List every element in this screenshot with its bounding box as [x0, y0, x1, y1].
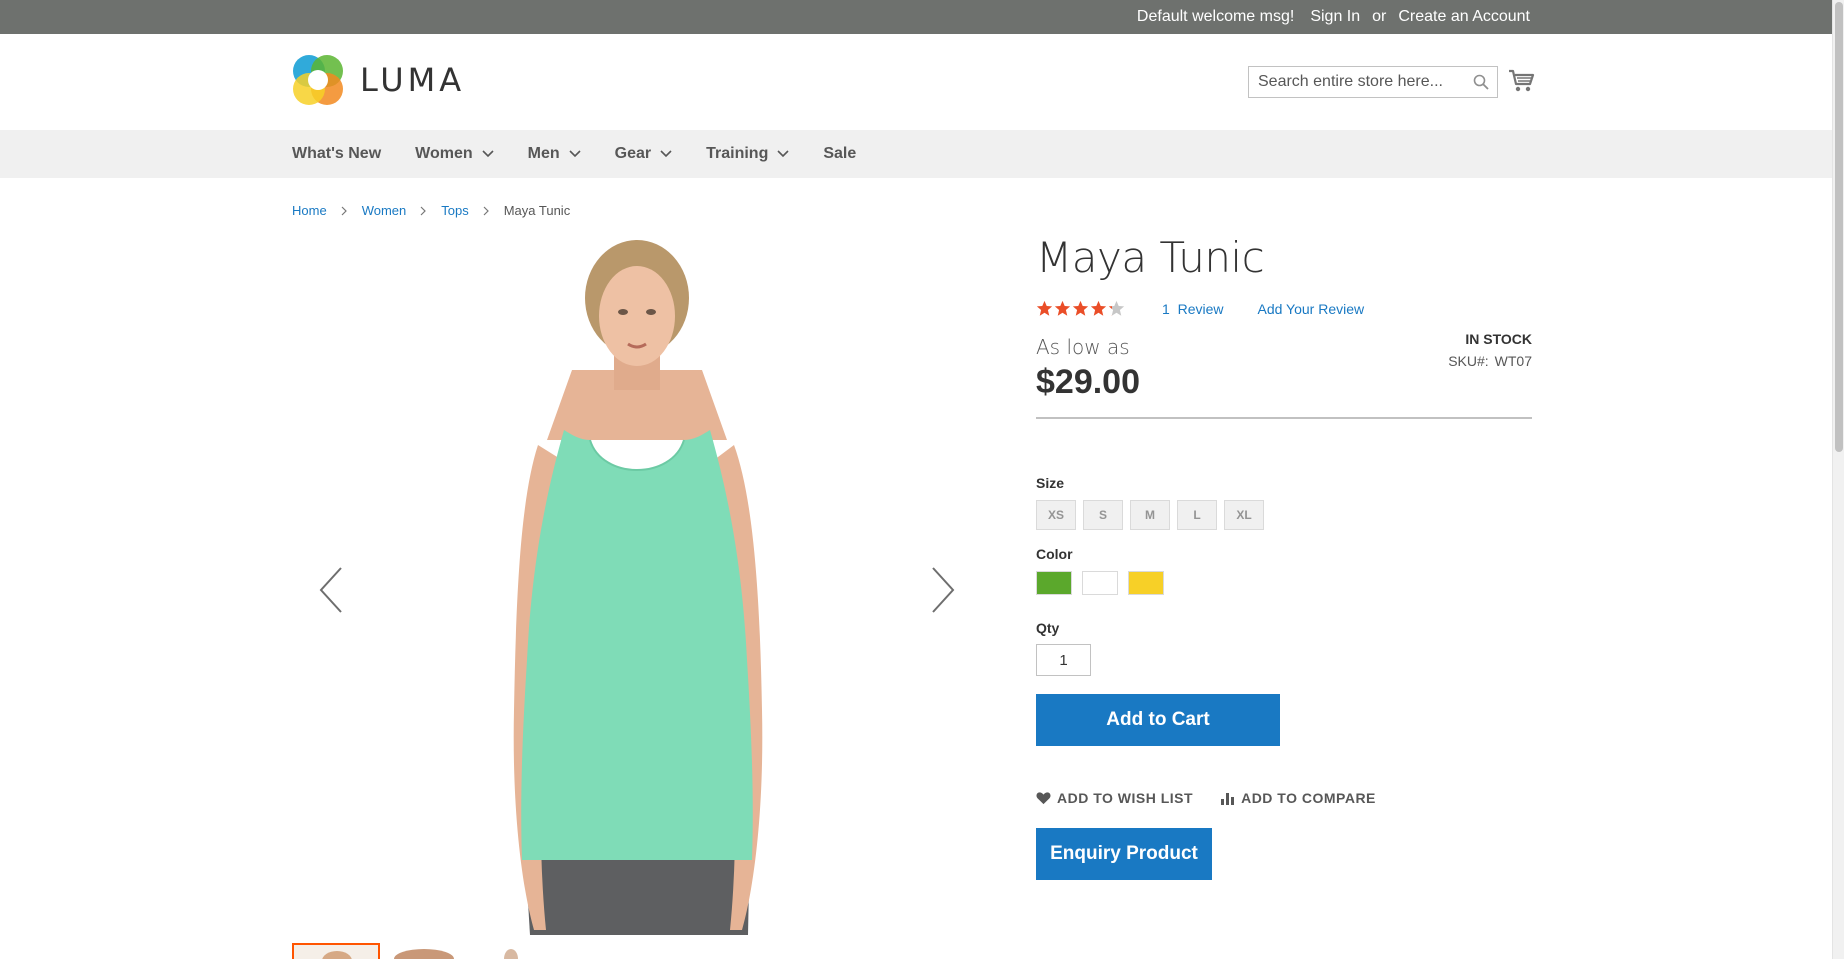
nav-item-gear[interactable]: Gear	[615, 145, 672, 163]
breadcrumb: Home Women Tops Maya Tunic	[292, 203, 570, 218]
divider	[1036, 417, 1532, 419]
size-option-s[interactable]: S	[1083, 500, 1123, 530]
chevron-right-icon[interactable]	[928, 565, 958, 615]
add-to-cart-button[interactable]: Add to Cart	[1036, 694, 1280, 746]
product-image[interactable]	[502, 240, 772, 935]
product-title: Maya Tunic	[1036, 233, 1265, 282]
gallery-thumbnails	[292, 943, 572, 959]
sku-value: WT07	[1494, 353, 1532, 369]
thumbnail[interactable]	[292, 943, 380, 959]
nav-item-sale[interactable]: Sale	[823, 145, 856, 163]
color-options	[1036, 571, 1532, 595]
star-icon	[1054, 300, 1071, 316]
search-input[interactable]	[1249, 67, 1459, 97]
rating-stars	[1036, 300, 1126, 317]
wishlist-label: ADD TO WISH LIST	[1057, 790, 1194, 806]
enquiry-product-button[interactable]: Enquiry Product	[1036, 828, 1212, 880]
breadcrumb-tops[interactable]: Tops	[441, 203, 468, 218]
thumbnail[interactable]	[484, 943, 572, 959]
breadcrumb-home[interactable]: Home	[292, 203, 327, 218]
product-gallery	[292, 240, 982, 935]
price-box: As low as $29.00 In stock SKU#: WT07	[1036, 331, 1532, 401]
add-review-link[interactable]: Add Your Review	[1257, 301, 1364, 317]
page-scrollbar[interactable]	[1832, 0, 1844, 959]
size-options: XS S M L XL	[1036, 500, 1532, 530]
breadcrumb-women[interactable]: Women	[362, 203, 407, 218]
reviews-link[interactable]: 1 Review	[1162, 301, 1223, 317]
nav-item-women[interactable]: Women	[415, 145, 494, 163]
product-info: Maya Tunic 1 Review Add Your Review As l…	[1036, 232, 1532, 880]
breadcrumb-current: Maya Tunic	[503, 203, 571, 218]
chevron-down-icon	[660, 150, 672, 158]
search-icon[interactable]	[1473, 74, 1489, 90]
bar-chart-icon	[1221, 793, 1235, 805]
qty-input[interactable]	[1036, 644, 1091, 676]
star-icon	[1090, 300, 1107, 316]
logo-text: LUMA	[360, 61, 466, 99]
nav-item-whats-new[interactable]: What's New	[292, 145, 381, 163]
color-swatch-white[interactable]	[1082, 571, 1118, 595]
size-option-xs[interactable]: XS	[1036, 500, 1076, 530]
chevron-down-icon	[569, 150, 581, 158]
search-box	[1248, 66, 1498, 98]
sku-label: SKU#:	[1448, 353, 1489, 369]
chevron-left-icon[interactable]	[316, 565, 346, 615]
add-to-compare-link[interactable]: ADD TO COMPARE	[1221, 790, 1376, 806]
scrollbar-thumb[interactable]	[1835, 2, 1843, 452]
or-text: or	[1372, 8, 1387, 25]
compare-label: ADD TO COMPARE	[1241, 790, 1376, 806]
size-option-xl[interactable]: XL	[1224, 500, 1264, 530]
chevron-down-icon	[777, 150, 789, 158]
create-account-link[interactable]: Create an Account	[1398, 8, 1530, 26]
chevron-down-icon	[482, 150, 494, 158]
size-label: Size	[1036, 475, 1065, 491]
product-actions: ADD TO WISH LIST ADD TO COMPARE	[1036, 790, 1532, 806]
star-icon	[1036, 300, 1053, 316]
sku: SKU#: WT07	[1448, 353, 1532, 369]
stock-info: In stock SKU#: WT07	[1448, 331, 1532, 369]
chevron-right-icon	[341, 206, 347, 215]
color-swatch-yellow[interactable]	[1128, 571, 1164, 595]
nav-item-training[interactable]: Training	[706, 145, 789, 163]
star-icon	[1072, 300, 1089, 316]
welcome-message: Default welcome msg!	[1136, 8, 1295, 25]
cart-icon[interactable]	[1508, 68, 1536, 94]
luma-logo-icon	[292, 54, 344, 106]
star-icon	[1108, 300, 1125, 316]
heart-icon	[1036, 792, 1051, 805]
sign-in-link[interactable]: Sign In	[1310, 8, 1360, 26]
color-swatch-green[interactable]	[1036, 571, 1072, 595]
size-option-m[interactable]: M	[1130, 500, 1170, 530]
color-label: Color	[1036, 546, 1073, 562]
rating-summary: 1 Review Add Your Review	[1036, 300, 1532, 317]
header: LUMA	[0, 34, 1832, 130]
nav-item-men[interactable]: Men	[528, 145, 581, 163]
qty-label: Qty	[1036, 620, 1060, 636]
main-navigation: What's New Women Men Gear Training Sale	[0, 130, 1832, 178]
chevron-right-icon	[420, 206, 427, 215]
chevron-right-icon	[483, 206, 489, 215]
thumbnail[interactable]	[388, 943, 476, 959]
logo[interactable]: LUMA	[292, 54, 465, 106]
top-bar: Default welcome msg! Sign In or Create a…	[0, 0, 1832, 34]
add-to-wishlist-link[interactable]: ADD TO WISH LIST	[1036, 790, 1193, 806]
top-links: Default welcome msg! Sign In or Create a…	[1137, 0, 1530, 34]
stock-status: In stock	[1465, 331, 1532, 347]
size-option-l[interactable]: L	[1177, 500, 1217, 530]
